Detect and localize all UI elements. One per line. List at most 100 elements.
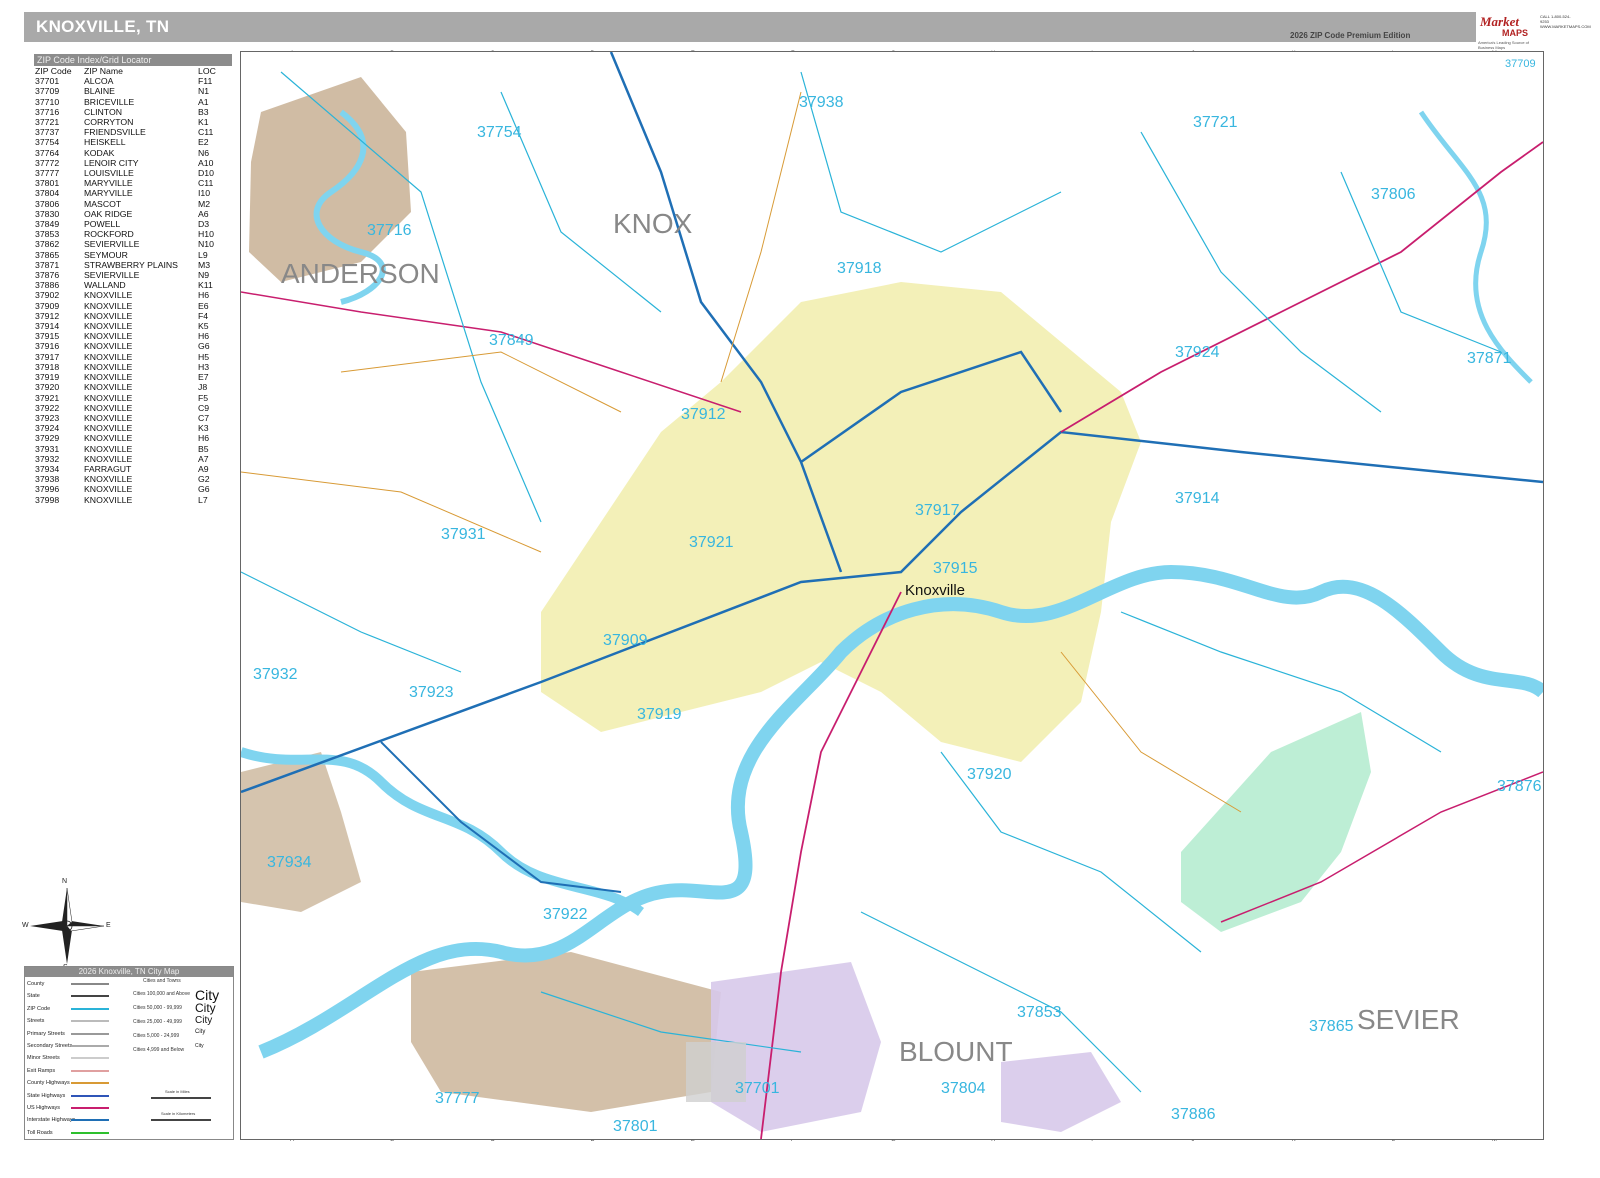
zip-name-cell: KNOXVILLE — [84, 392, 133, 403]
col-zip-code: ZIP Code — [35, 66, 72, 76]
zip-code-cell: 37830 — [35, 208, 60, 219]
zip-name-cell: KNOXVILLE — [84, 321, 133, 332]
zip-code-cell: 37924 — [35, 423, 60, 434]
zip-index-row: 37919 KNOXVILLE E7 — [34, 372, 232, 382]
zip-index-row: 37709 BLAINE N1 — [34, 86, 232, 96]
zip-name-cell: KNOXVILLE — [84, 331, 133, 342]
zip-index-rows: 37701 ALCOA F11 37709 BLAINE N1 37710 BRICEVILL… — [34, 76, 232, 505]
legend-swatch — [71, 1094, 109, 1097]
zip-code-cell: 37721 — [35, 117, 60, 128]
zip-label: 37876 — [1497, 778, 1542, 795]
zip-label: 37777 — [435, 1090, 480, 1107]
zip-index-row: 37871 STRAWBERRY PLAINS M3 — [34, 260, 232, 270]
zip-index-row: 37922 KNOXVILLE C9 — [34, 403, 232, 413]
loc-cell: F4 — [198, 310, 209, 321]
zip-code-cell: 37876 — [35, 270, 60, 281]
loc-cell: I10 — [198, 188, 211, 199]
zip-label: 37912 — [681, 406, 726, 423]
zip-label: 37932 — [253, 666, 298, 683]
zip-code-cell: 37916 — [35, 341, 60, 352]
zip-name-cell: KNOXVILLE — [84, 290, 133, 301]
zip-name-cell: STRAWBERRY PLAINS — [84, 259, 178, 270]
zip-code-cell: 37996 — [35, 484, 60, 495]
page-title: KNOXVILLE, TN — [36, 17, 170, 36]
loc-cell: H6 — [198, 290, 210, 301]
zip-label: 37709 — [1505, 58, 1536, 70]
zip-label: 37921 — [689, 534, 734, 551]
zip-code-cell: 37865 — [35, 249, 60, 260]
zip-name-cell: KNOXVILLE — [84, 361, 133, 372]
zip-name-cell: CLINTON — [84, 106, 122, 117]
zip-label: 37801 — [613, 1118, 658, 1135]
zip-index-row: 37849 POWELL D3 — [34, 219, 232, 229]
zip-code-cell: 37902 — [35, 290, 60, 301]
zip-index-row: 37701 ALCOA F11 — [34, 76, 232, 86]
zip-index-row: 37801 MARYVILLE C11 — [34, 178, 232, 188]
zip-label: 37909 — [603, 632, 648, 649]
zip-label: 37919 — [637, 706, 682, 723]
loc-cell: H10 — [198, 229, 214, 240]
legend-scale-bar-miles — [151, 1097, 211, 1099]
zip-label: 37806 — [1371, 186, 1416, 203]
zip-index-row: 37912 KNOXVILLE F4 — [34, 311, 232, 321]
loc-cell: D10 — [198, 168, 214, 179]
zip-label: 37923 — [409, 684, 454, 701]
zip-code-cell: 37915 — [35, 331, 60, 342]
compass-w: W — [22, 922, 29, 929]
zip-index-row: 37921 KNOXVILLE F5 — [34, 393, 232, 403]
zip-label: 37886 — [1171, 1106, 1216, 1123]
zip-index-row: 37886 WALLAND K11 — [34, 280, 232, 290]
loc-cell: K5 — [198, 321, 209, 332]
legend-swatch — [71, 1007, 109, 1010]
market-maps-logo: Market MAPS America's Leading Source of … — [1478, 12, 1591, 50]
zip-code-cell: 37871 — [35, 259, 60, 270]
loc-cell: C11 — [198, 178, 214, 189]
zip-label: 37938 — [799, 94, 844, 111]
map-legend: 2026 Knoxville, TN City Map Cities and T… — [24, 966, 234, 1140]
zip-code-cell: 37914 — [35, 321, 60, 332]
logo-tagline: America's Leading Source of Business Map… — [1478, 40, 1530, 50]
legend-scale-bar-km — [151, 1119, 211, 1121]
zip-index-row: 37996 KNOXVILLE G6 — [34, 484, 232, 494]
zip-code-cell: 37932 — [35, 453, 60, 464]
edition-label: 2026 ZIP Code Premium Edition — [1290, 31, 1411, 40]
loc-cell: E7 — [198, 372, 209, 383]
zip-name-cell: SEVIERVILLE — [84, 270, 140, 281]
legend-label: State Highways — [27, 1092, 66, 1099]
zip-index-row: 37876 SEVIERVILLE N9 — [34, 270, 232, 280]
loc-cell: H6 — [198, 331, 210, 342]
loc-cell: B5 — [198, 443, 209, 454]
loc-cell: G6 — [198, 341, 210, 352]
legend-label: Streets — [27, 1018, 45, 1025]
map-canvas[interactable]: ANDERSON KNOX BLOUNT SEVIER Knoxville 37… — [240, 51, 1544, 1140]
zip-index-row: 37853 ROCKFORD H10 — [34, 229, 232, 239]
legend-city-size: Cities 5,000 - 24,999 — [133, 1033, 180, 1039]
zip-label: 37915 — [933, 560, 978, 577]
zip-name-cell: FRIENDSVILLE — [84, 127, 146, 138]
legend-swatch — [71, 983, 109, 985]
zip-name-cell: KNOXVILLE — [84, 402, 133, 413]
zip-name-cell: BLAINE — [84, 86, 115, 97]
legend-city-sample: City — [195, 1001, 216, 1015]
zip-index-row: 37862 SEVIERVILLE N10 — [34, 239, 232, 249]
loc-cell: N9 — [198, 270, 210, 281]
legend-scale-miles: Scale in Miles — [165, 1089, 190, 1094]
zip-name-cell: KNOXVILLE — [84, 372, 133, 383]
logo-contact: CALL 1-800-524-9253 WWW.MARKETMAPS.COM — [1540, 14, 1591, 29]
zip-code-cell: 37801 — [35, 178, 60, 189]
zip-code-cell: 37938 — [35, 474, 60, 485]
legend-title: 2026 Knoxville, TN City Map — [25, 967, 233, 977]
county-label-blount: BLOUNT — [899, 1036, 1013, 1067]
zip-name-cell: KNOXVILLE — [84, 474, 133, 485]
zip-index-row: 37806 MASCOT M2 — [34, 199, 232, 209]
zip-code-cell: 37772 — [35, 157, 60, 168]
zip-index-row: 37721 CORRYTON K1 — [34, 117, 232, 127]
zip-name-cell: KNOXVILLE — [84, 423, 133, 434]
zip-index-row: 37830 OAK RIDGE A6 — [34, 209, 232, 219]
zip-code-cell: 37710 — [35, 96, 60, 107]
zip-name-cell: LENOIR CITY — [84, 157, 139, 168]
zip-code-cell: 37804 — [35, 188, 60, 199]
zip-code-cell: 37923 — [35, 412, 60, 423]
zip-code-cell: 37919 — [35, 372, 60, 383]
loc-cell: L9 — [198, 249, 208, 260]
